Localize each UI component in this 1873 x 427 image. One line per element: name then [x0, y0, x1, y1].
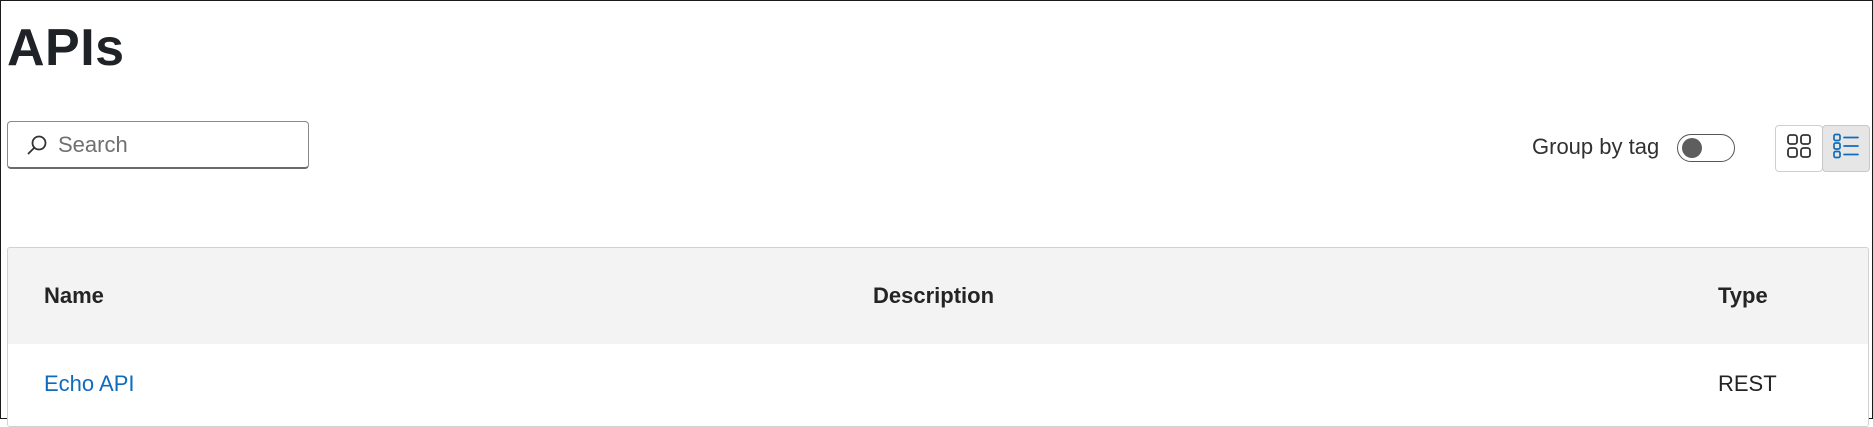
- column-header-description[interactable]: Description: [873, 248, 994, 344]
- list-view-button[interactable]: [1822, 125, 1870, 172]
- page-frame: APIs Group by tag: [0, 0, 1873, 427]
- page-title: APIs: [7, 19, 125, 77]
- group-by-tag-toggle[interactable]: [1677, 134, 1735, 162]
- search-box[interactable]: [7, 121, 309, 169]
- search-icon: [26, 134, 48, 156]
- api-name-link[interactable]: Echo API: [44, 371, 135, 396]
- list-icon: [1832, 132, 1860, 165]
- column-header-type[interactable]: Type: [1718, 248, 1768, 344]
- api-name-cell: Echo API: [44, 344, 135, 424]
- table-row: Echo API REST: [8, 344, 1868, 424]
- group-by-tag-label: Group by tag: [1532, 134, 1660, 159]
- table-header: Name Description Type: [8, 248, 1868, 344]
- grid-view-button[interactable]: [1775, 125, 1823, 172]
- grid-icon: [1786, 133, 1812, 164]
- api-type-cell: REST: [1718, 371, 1777, 396]
- search-input[interactable]: [56, 130, 290, 159]
- toggle-knob: [1682, 138, 1702, 158]
- apis-table: Name Description Type Echo API REST: [7, 247, 1869, 427]
- column-header-name[interactable]: Name: [44, 248, 104, 344]
